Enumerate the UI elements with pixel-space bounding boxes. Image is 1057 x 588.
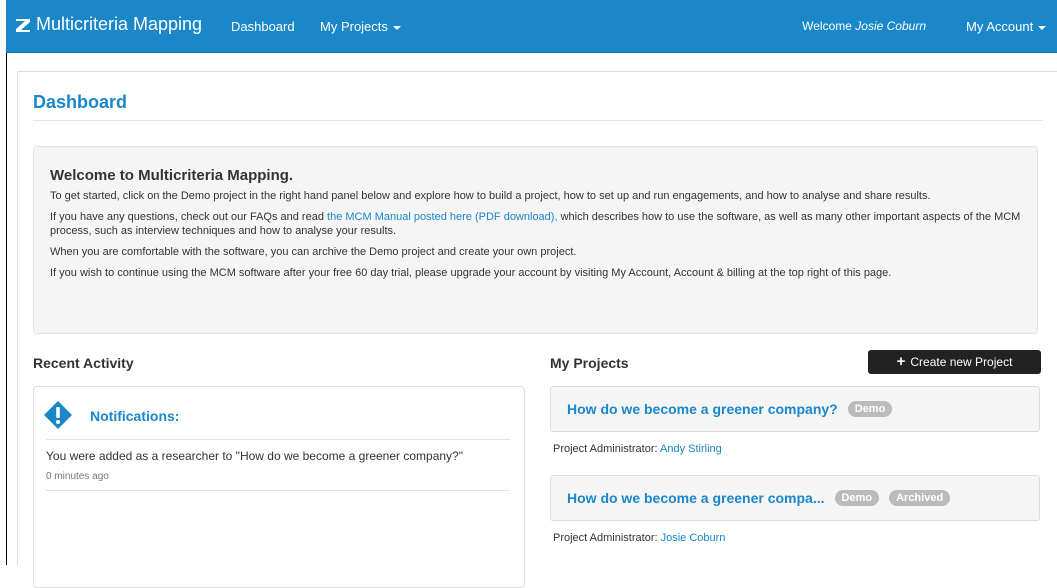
project-title[interactable]: How do we become a greener company?: [567, 401, 838, 417]
recent-activity-heading: Recent Activity: [33, 355, 134, 371]
demo-badge: Demo: [834, 490, 880, 506]
logo-icon: [16, 18, 30, 32]
create-project-button[interactable]: + Create new Project: [868, 350, 1041, 374]
nav-my-projects-label: My Projects: [320, 19, 388, 34]
nav-dashboard[interactable]: Dashboard: [231, 19, 295, 34]
notification-time: 0 minutes ago: [46, 471, 109, 482]
project-admin-link[interactable]: Josie Coburn: [661, 532, 726, 544]
plus-icon: +: [896, 353, 906, 370]
top-navbar: Multicriteria Mapping Dashboard My Proje…: [6, 0, 1057, 53]
nav-my-account-label: My Account: [966, 19, 1034, 34]
welcome-paragraph-4: If you wish to continue using the MCM so…: [50, 267, 892, 279]
page-title: Dashboard: [33, 92, 128, 112]
mcm-manual-link[interactable]: the MCM Manual posted here (PDF download…: [327, 211, 558, 223]
main-panel: Dashboard Welcome to Multicriteria Mappi…: [17, 71, 1057, 588]
welcome-heading-brand: Multicriteria Mapping.: [138, 167, 294, 184]
demo-badge: Demo: [847, 401, 893, 417]
archived-badge: Archived: [889, 490, 951, 506]
project-admin: Project Administrator: Josie Coburn: [553, 532, 725, 544]
caret-down-icon: [392, 25, 401, 30]
notifications-panel: Notifications: You were added as a resea…: [33, 386, 525, 588]
welcome-p2-before: If you have any questions, check out our…: [50, 211, 324, 223]
welcome-paragraph-3: When you are comfortable with the softwa…: [50, 246, 577, 258]
brand-name: Multicriteria Mapping: [36, 14, 203, 34]
window-frame: [0, 0, 7, 565]
my-projects-heading: My Projects: [550, 355, 629, 371]
divider: [46, 490, 510, 491]
caret-down-icon: [1038, 25, 1047, 30]
welcome-well: Welcome to Multicriteria Mapping. To get…: [33, 146, 1038, 334]
divider: [33, 120, 1043, 121]
nav-my-projects[interactable]: My Projects: [320, 19, 401, 34]
notification-text: You were added as a researcher to "How d…: [46, 449, 463, 463]
divider: [46, 439, 510, 440]
user-name: Josie Coburn: [855, 19, 926, 33]
project-card[interactable]: How do we become a greener compa... Demo…: [550, 475, 1040, 521]
nav-my-account[interactable]: My Account: [966, 19, 1047, 34]
welcome-user: Welcome Josie Coburn: [802, 19, 926, 33]
project-admin-label: Project Administrator:: [553, 443, 658, 455]
notifications-title: Notifications:: [90, 408, 180, 424]
create-project-label: Create new Project: [910, 355, 1013, 369]
welcome-heading-prefix: Welcome to: [50, 167, 134, 184]
welcome-paragraph-1: To get started, click on the Demo projec…: [50, 190, 931, 202]
project-admin: Project Administrator: Andy Stirling: [553, 443, 722, 455]
project-card[interactable]: How do we become a greener company? Demo: [550, 386, 1040, 432]
welcome-paragraph-2: If you have any questions, check out our…: [50, 210, 1021, 238]
welcome-prefix: Welcome: [802, 19, 852, 33]
project-admin-label: Project Administrator:: [553, 532, 658, 544]
welcome-heading: Welcome to Multicriteria Mapping.: [50, 167, 1021, 185]
brand[interactable]: Multicriteria Mapping: [15, 14, 202, 35]
project-admin-link[interactable]: Andy Stirling: [660, 443, 722, 455]
project-title[interactable]: How do we become a greener compa...: [567, 490, 825, 506]
exclamation-diamond-icon: [44, 401, 72, 429]
